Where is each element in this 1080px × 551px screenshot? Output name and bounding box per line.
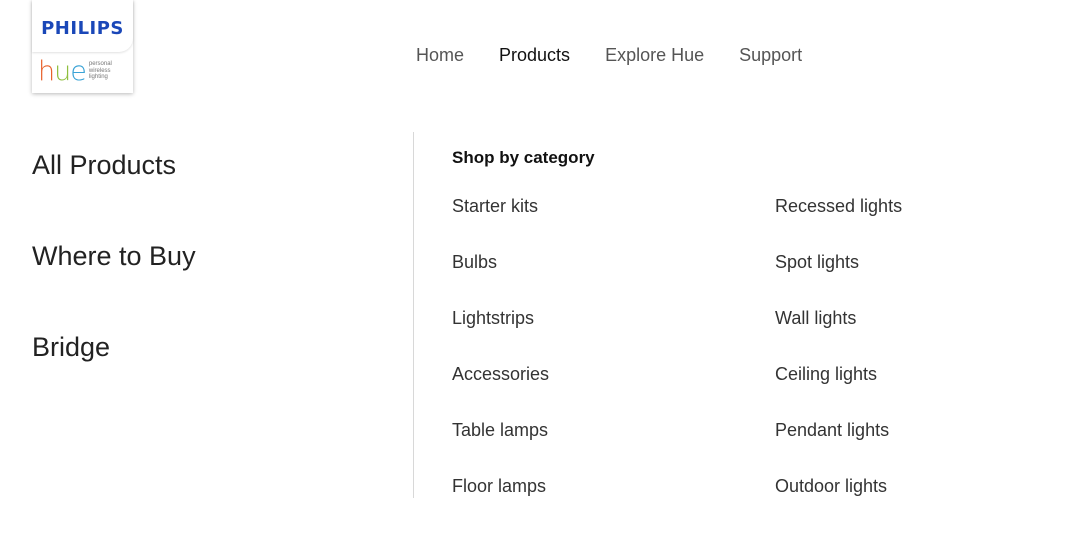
- logo-shield: PHILIPS: [32, 0, 133, 52]
- category-column-1: Starter kits Bulbs Lightstrips Accessori…: [452, 195, 549, 531]
- hue-letter-h: h: [38, 55, 55, 87]
- category-recessed-lights[interactable]: Recessed lights: [775, 195, 902, 251]
- category-floor-lamps[interactable]: Floor lamps: [452, 475, 549, 531]
- hue-letter-u: u: [54, 55, 71, 87]
- category-spot-lights[interactable]: Spot lights: [775, 251, 902, 307]
- hue-letter-e: e: [70, 55, 87, 87]
- hue-wordmark: hue personal wireless lighting: [38, 56, 112, 86]
- top-nav: Home Products Explore Hue Support: [416, 45, 802, 66]
- category-outdoor-lights[interactable]: Outdoor lights: [775, 475, 902, 531]
- menu-bridge[interactable]: Bridge: [32, 329, 196, 420]
- hue-word: hue: [38, 55, 87, 87]
- category-pendant-lights[interactable]: Pendant lights: [775, 419, 902, 475]
- menu-all-products[interactable]: All Products: [32, 147, 196, 238]
- category-ceiling-lights[interactable]: Ceiling lights: [775, 363, 902, 419]
- nav-explore-hue[interactable]: Explore Hue: [605, 45, 704, 66]
- category-bulbs[interactable]: Bulbs: [452, 251, 549, 307]
- shop-by-category-heading: Shop by category: [452, 148, 595, 167]
- category-column-2: Recessed lights Spot lights Wall lights …: [775, 195, 902, 531]
- nav-home[interactable]: Home: [416, 45, 464, 66]
- logo-brand-text: PHILIPS: [41, 18, 124, 39]
- category-starter-kits[interactable]: Starter kits: [452, 195, 549, 251]
- philips-hue-logo[interactable]: PHILIPS hue personal wireless lighting: [32, 0, 133, 93]
- hue-tagline: personal wireless lighting: [89, 61, 112, 81]
- nav-products[interactable]: Products: [499, 45, 570, 66]
- page: PHILIPS hue personal wireless lighting H…: [0, 0, 1080, 551]
- category-table-lamps[interactable]: Table lamps: [452, 419, 549, 475]
- category-accessories[interactable]: Accessories: [452, 363, 549, 419]
- menu-divider: [413, 132, 414, 498]
- products-submenu: All Products Where to Buy Bridge: [32, 147, 196, 420]
- category-wall-lights[interactable]: Wall lights: [775, 307, 902, 363]
- hue-tagline-line: lighting: [88, 74, 108, 81]
- menu-where-to-buy[interactable]: Where to Buy: [32, 238, 196, 329]
- category-lightstrips[interactable]: Lightstrips: [452, 307, 549, 363]
- nav-support[interactable]: Support: [739, 45, 802, 66]
